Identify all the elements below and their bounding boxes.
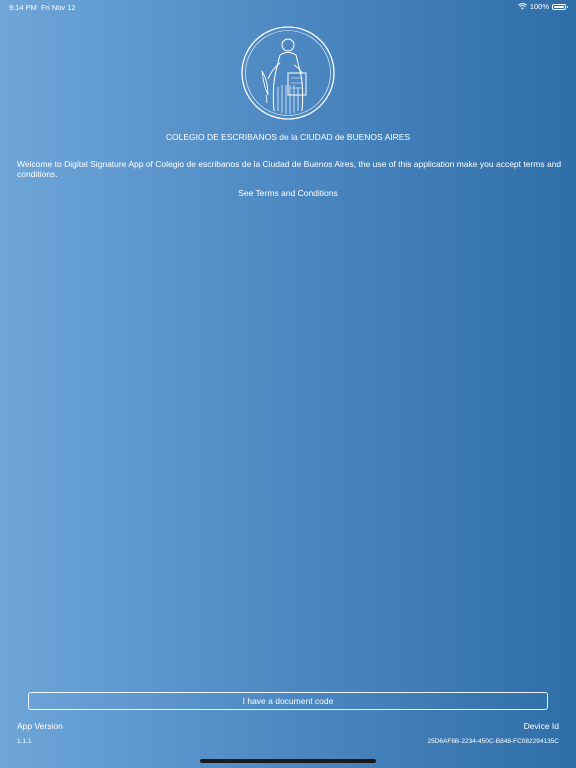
battery-icon <box>552 3 568 10</box>
seal-logo <box>241 26 335 120</box>
wifi-icon <box>517 3 527 10</box>
device-id-value: 25D6AF6B-2234-450C-B848-FC082294135C <box>427 738 559 745</box>
status-right: 100% <box>517 2 568 11</box>
app-version-label: App Version <box>17 721 63 731</box>
org-name: COLEGIO DE ESCRIBANOS de la CIUDAD de BU… <box>165 132 411 142</box>
status-time: 9:14 PM <box>9 3 37 12</box>
device-id-label: Device Id <box>523 721 559 731</box>
document-code-button[interactable]: I have a document code <box>28 692 548 710</box>
terms-link[interactable]: See Terms and Conditions <box>0 188 576 198</box>
home-indicator[interactable] <box>200 759 376 763</box>
welcome-text: Welcome to Digital Signature App of Cole… <box>17 159 562 179</box>
app-version-value: 1.1.1 <box>17 738 32 745</box>
battery-percent: 100% <box>529 2 549 11</box>
status-date: Fri Nov 12 <box>41 3 76 12</box>
status-bar: 9:14 PM Fri Nov 12 100% <box>0 0 576 14</box>
